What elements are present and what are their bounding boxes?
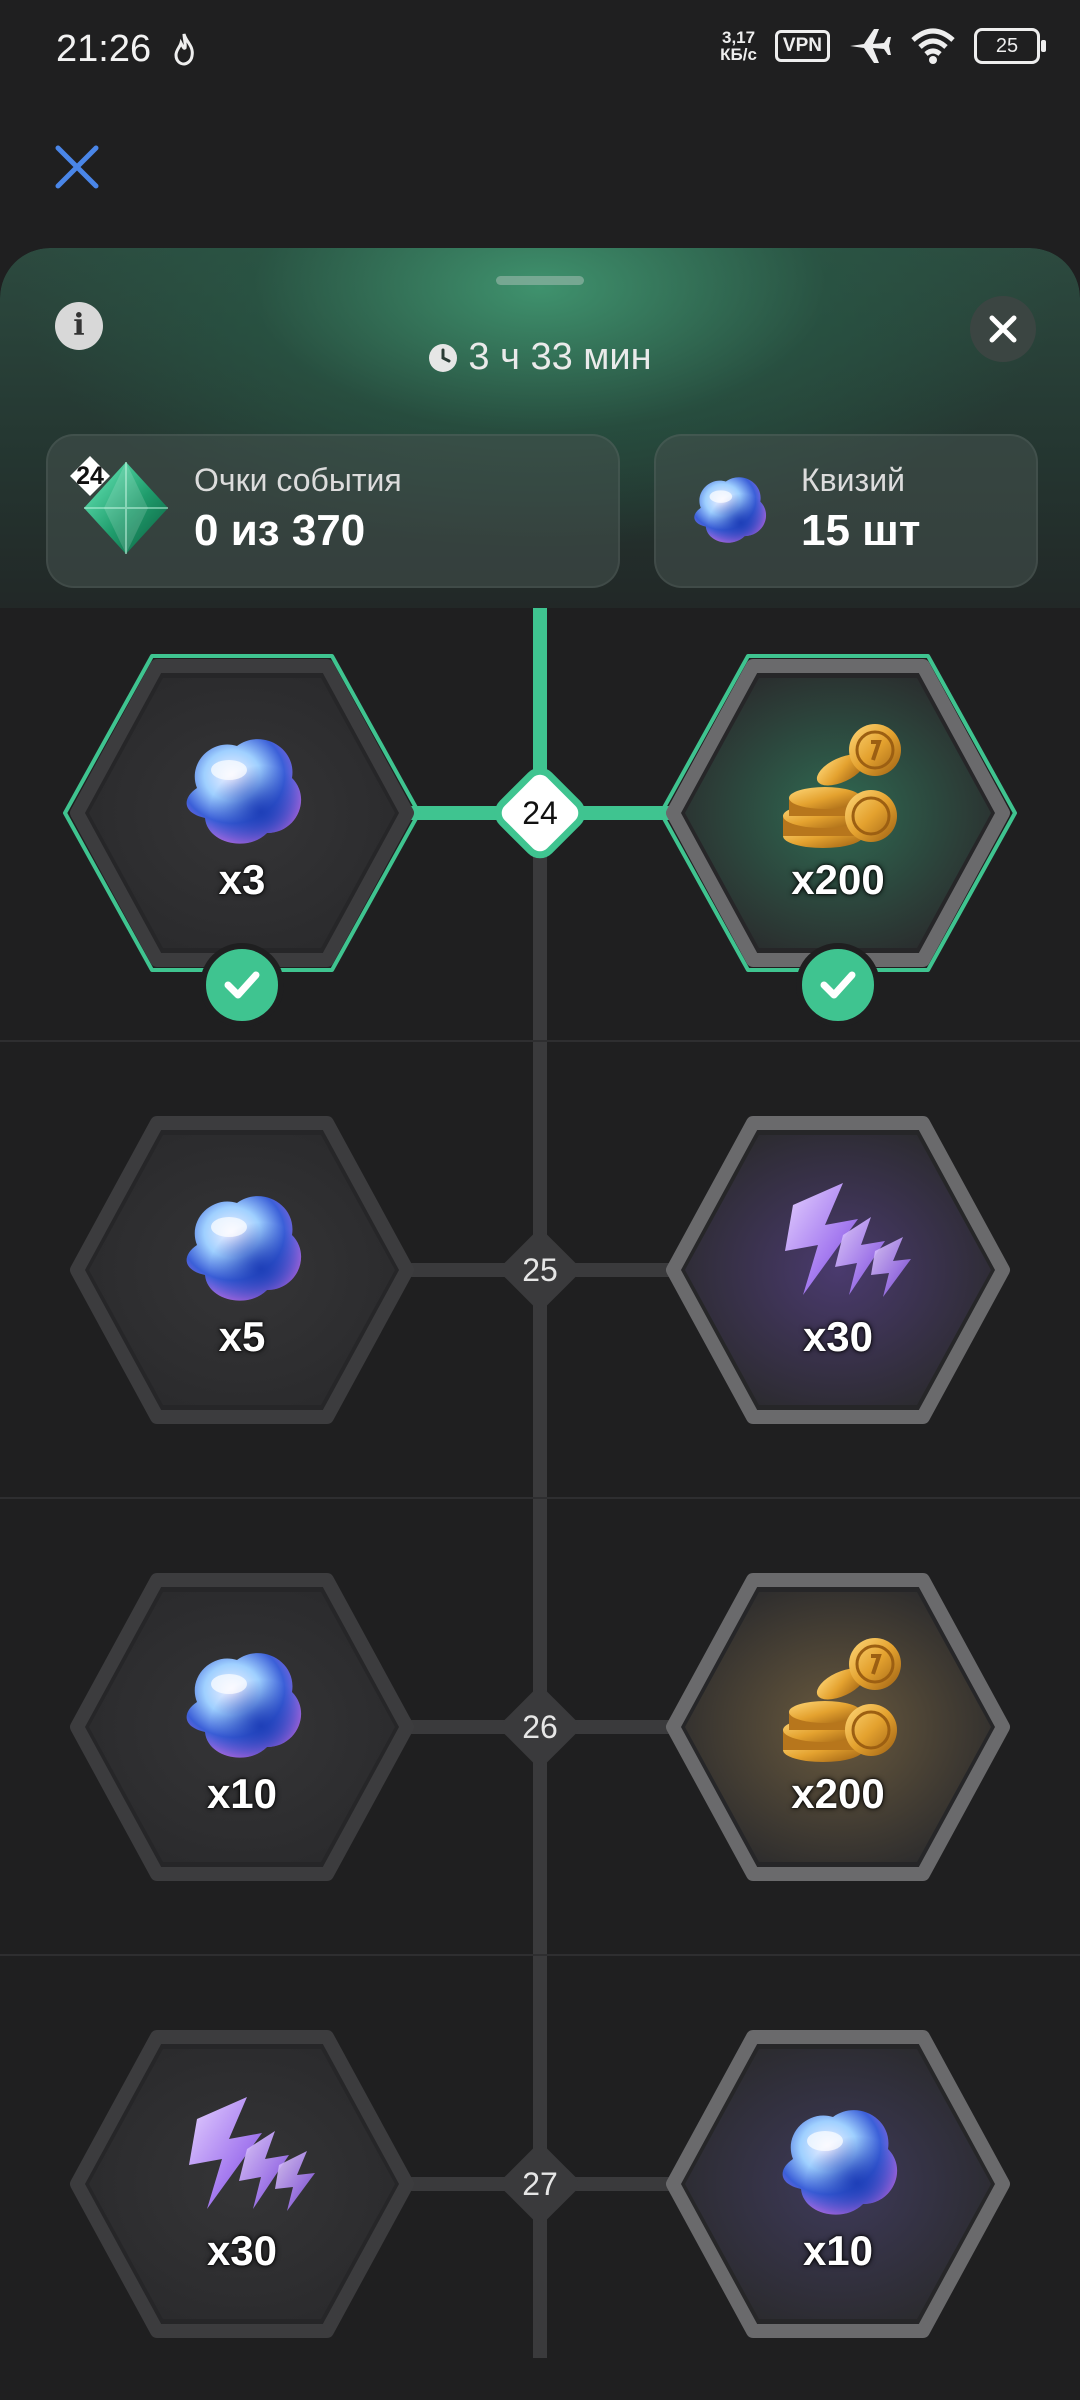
quartz-icon <box>186 1653 302 1758</box>
track-spine <box>533 813 547 2358</box>
level-number: 27 <box>522 2166 558 2202</box>
check-icon <box>224 971 260 999</box>
timer-text: 3 ч 33 мин <box>468 336 652 378</box>
status-icons: 3,17 КБ/с VPN 25 <box>720 26 1046 66</box>
energy-icon <box>785 1183 911 1297</box>
battery-indicator: 25 <box>974 28 1046 64</box>
clock-icon <box>429 343 458 372</box>
quartz-value: 15 шт <box>801 506 921 555</box>
reward-left-level-27[interactable]: x30 <box>57 2019 427 2349</box>
reward-amount: x5 <box>218 1313 266 1360</box>
quartz-card[interactable]: Квизий 15 шт <box>654 434 1038 588</box>
event-points-card[interactable]: 24 Очки события 0 из 370 <box>46 434 620 588</box>
reward-left-level-24[interactable]: x3 <box>57 648 427 1027</box>
level-badge-25: 25 <box>497 1227 583 1313</box>
network-speed: 3,17 КБ/с <box>720 29 757 63</box>
sheet-header: i 3 ч 33 мин 24 Очки события 0 из 370 Кв… <box>0 248 1080 608</box>
status-bar: 21:26 3,17 КБ/с VPN 25 <box>0 0 1080 100</box>
reward-left-level-26[interactable]: x10 <box>57 1562 427 1892</box>
quartz-icon <box>782 2110 898 2215</box>
close-icon[interactable] <box>50 140 104 194</box>
reward-right-level-26[interactable]: x200 <box>653 1562 1023 1892</box>
claimed-check-badge <box>796 943 880 1027</box>
level-badge-24: 24 <box>497 770 583 856</box>
coins-icon <box>781 1636 903 1764</box>
row-divider <box>0 1954 1080 1956</box>
event-points-label: Очки события <box>194 462 402 498</box>
network-speed-unit: КБ/с <box>720 45 757 64</box>
reward-right-level-25[interactable]: x30 <box>653 1105 1023 1435</box>
event-timer: 3 ч 33 мин <box>0 336 1080 379</box>
event-sheet: i 3 ч 33 мин 24 Очки события 0 из 370 Кв… <box>0 248 1080 2400</box>
reward-amount: x200 <box>791 1770 885 1817</box>
flame-icon <box>174 33 194 66</box>
reward-amount: x10 <box>206 1770 278 1817</box>
row-divider <box>0 1040 1080 1042</box>
level-badge-26: 26 <box>497 1684 583 1770</box>
level-number: 25 <box>522 1252 558 1288</box>
event-points-value: 0 из 370 <box>194 506 366 555</box>
sheet-grabber[interactable] <box>496 276 584 285</box>
reward-amount: x200 <box>791 856 885 903</box>
reward-right-level-27[interactable]: x10 <box>653 2019 1023 2349</box>
wifi-icon <box>911 28 955 64</box>
energy-icon <box>189 2097 315 2211</box>
reward-right-level-24[interactable]: x200 <box>653 648 1023 1027</box>
quartz-icon <box>694 477 767 543</box>
reward-amount: x3 <box>218 856 266 903</box>
quartz-icon <box>186 1196 302 1301</box>
airplane-icon <box>850 29 891 63</box>
vpn-badge: VPN <box>774 30 830 62</box>
coins-icon <box>781 722 903 850</box>
network-speed-value: 3,17 <box>721 28 756 47</box>
claimed-check-badge <box>200 943 284 1027</box>
quartz-icon <box>186 739 302 844</box>
check-icon <box>820 971 856 999</box>
reward-amount: x30 <box>206 2227 278 2274</box>
quartz-label: Квизий <box>801 462 905 498</box>
reward-amount: x10 <box>802 2227 874 2274</box>
status-time: 21:26 <box>56 28 152 70</box>
row-divider <box>0 1497 1080 1499</box>
reward-left-level-25[interactable]: x5 <box>57 1105 427 1435</box>
reward-amount: x30 <box>802 1313 874 1360</box>
level-badge-27: 27 <box>497 2141 583 2227</box>
level-number: 24 <box>522 795 558 831</box>
level-number: 26 <box>522 1709 558 1745</box>
reward-track: x3 x200 24 x5 x30 25 x10 x200 26 x30 x10 27 <box>0 608 1080 2400</box>
